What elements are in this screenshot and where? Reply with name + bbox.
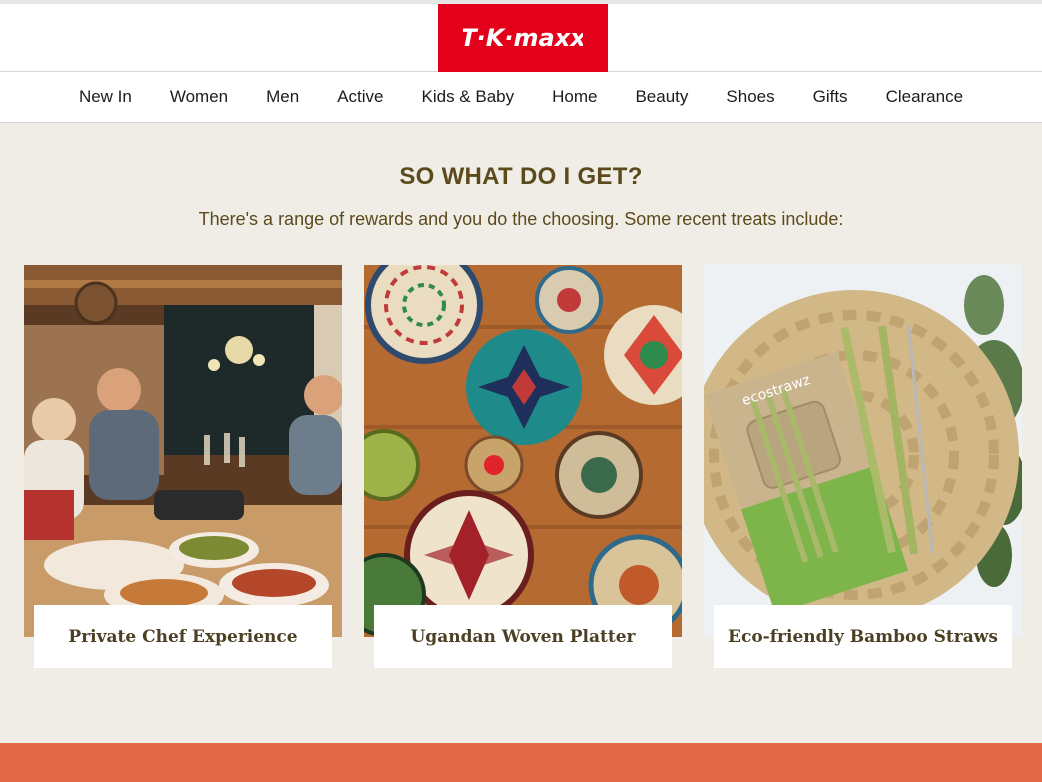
bamboo-straws-photo: ecostrawz <box>704 265 1022 637</box>
nav-item-home[interactable]: Home <box>552 87 597 107</box>
nav-item-gifts[interactable]: Gifts <box>813 87 848 107</box>
nav-item-active[interactable]: Active <box>337 87 383 107</box>
logo-wordmark: T·K·maxx <box>463 24 583 52</box>
nav-item-beauty[interactable]: Beauty <box>635 87 688 107</box>
woven-platter-photo <box>364 265 682 637</box>
rewards-subheading: There's a range of rewards and you do th… <box>198 209 844 229</box>
reward-card-label: Private Chef Experience <box>34 605 332 668</box>
reward-card-label: Ugandan Woven Platter <box>374 605 672 668</box>
rewards-heading: SO WHAT DO I GET? <box>399 163 643 190</box>
reward-card-woven-platter[interactable]: Ugandan Woven Platter <box>364 265 682 670</box>
nav-item-women[interactable]: Women <box>170 87 228 107</box>
private-chef-photo <box>24 265 342 637</box>
reward-card-private-chef[interactable]: Private Chef Experience <box>24 265 342 670</box>
rewards-section: SO WHAT DO I GET? There's a range of rew… <box>0 123 1042 743</box>
reward-card-bamboo-straws[interactable]: ecostrawz Eco-friendly Bamboo Straws <box>704 265 1022 670</box>
reward-card-label: Eco-friendly Bamboo Straws <box>714 605 1012 668</box>
nav-item-new-in[interactable]: New In <box>79 87 132 107</box>
tk-maxx-logo[interactable]: T·K·maxx <box>438 4 608 72</box>
main-navigation: New In Women Men Active Kids & Baby Home… <box>0 72 1042 123</box>
nav-item-kids-baby[interactable]: Kids & Baby <box>422 87 515 107</box>
site-header: T·K·maxx <box>0 0 1042 72</box>
nav-item-shoes[interactable]: Shoes <box>726 87 774 107</box>
footer-band <box>0 743 1042 782</box>
nav-item-men[interactable]: Men <box>266 87 299 107</box>
nav-item-clearance[interactable]: Clearance <box>886 87 964 107</box>
svg-text:T·K·maxx: T·K·maxx <box>463 24 583 52</box>
